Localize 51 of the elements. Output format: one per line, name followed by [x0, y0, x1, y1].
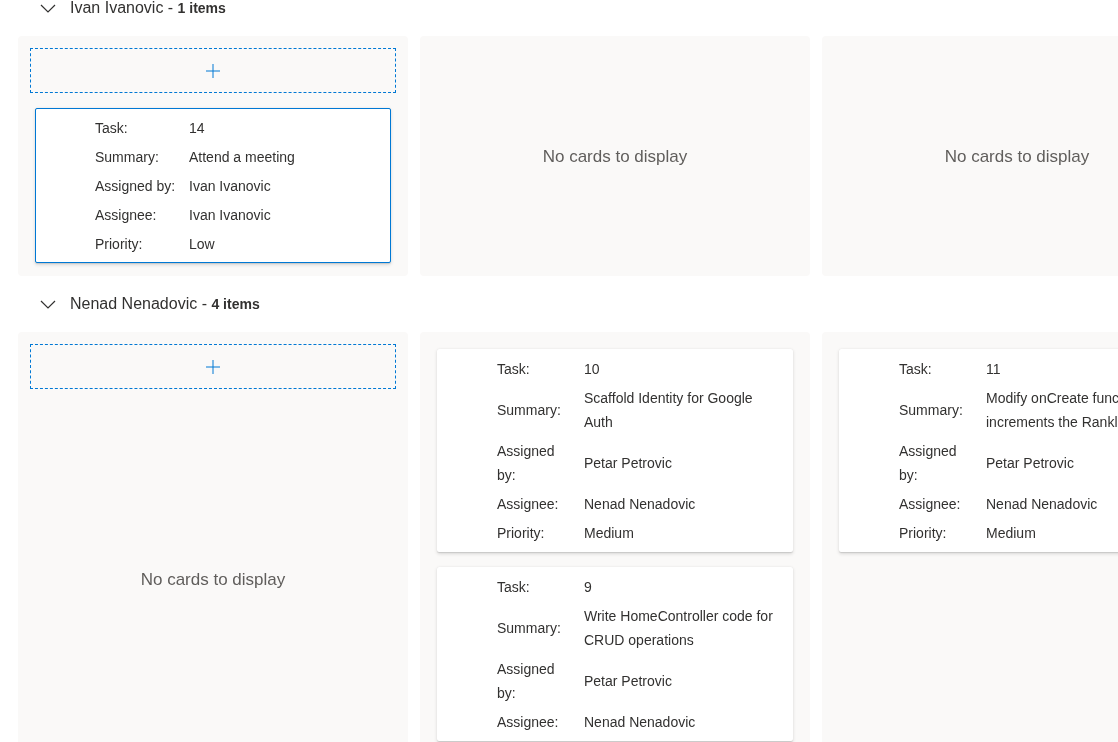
add-card-button[interactable]	[30, 48, 396, 93]
field-value: Medium	[986, 523, 1036, 543]
field-label: Summary:	[899, 400, 963, 420]
field-value: Modify onCreate func increments the Rankl	[986, 388, 1118, 432]
field-value: 14	[189, 118, 205, 138]
field-label: Assigned by:	[497, 659, 556, 703]
group-title: Ivan Ivanovic - 1 items	[70, 0, 226, 17]
task-card[interactable]: Task: 14 Summary: Attend a meeting Assigned by: Ivan Ivanovic Assignee: Ivan Ivanovic Priority: Low	[35, 108, 391, 263]
field-label: Assignee:	[899, 494, 961, 514]
task-card[interactable]: Task: 9 Summary: Write HomeController code for CRUD operations Assigned by: Petar Petrovic Assignee: Nenad Nenadovic	[437, 567, 793, 741]
field-label: Assigned by:	[497, 441, 556, 485]
field-label: Priority:	[95, 234, 143, 254]
field-label: Assignee:	[95, 205, 157, 225]
field-value: Attend a meeting	[189, 147, 295, 167]
field-label: Task:	[497, 359, 530, 379]
field-label: Summary:	[497, 400, 561, 420]
field-value: Scaffold Identity for Google Auth	[584, 388, 754, 432]
field-value: Petar Petrovic	[986, 453, 1074, 473]
field-label: Assigned by:	[95, 176, 176, 196]
field-label: Task:	[497, 577, 530, 597]
empty-message: No cards to display	[944, 146, 1090, 167]
field-value: Nenad Nenadovic	[986, 494, 1098, 514]
field-label: Assignee:	[497, 712, 559, 732]
field-label: Task:	[95, 118, 128, 138]
field-label: Priority:	[497, 523, 545, 543]
field-value: Low	[189, 234, 215, 254]
plus-icon	[206, 359, 220, 374]
field-value: Petar Petrovic	[584, 671, 672, 691]
field-label: Task:	[899, 359, 932, 379]
field-value: Petar Petrovic	[584, 453, 672, 473]
field-label: Assigned by:	[899, 441, 958, 485]
field-label: Priority:	[899, 523, 947, 543]
field-value: 9	[584, 577, 592, 597]
field-label: Summary:	[95, 147, 159, 167]
field-label: Summary:	[497, 618, 561, 638]
field-value: 10	[584, 359, 600, 379]
task-card[interactable]: Task: 10 Summary: Scaffold Identity for Google Auth Assigned by: Petar Petrovic Assignee: Nenad Nenadovic Priority: Medium	[437, 349, 793, 552]
field-value: Nenad Nenadovic	[584, 494, 696, 514]
group-toggle[interactable]: Ivan Ivanovic - 1 items	[40, 0, 226, 17]
field-value: Medium	[584, 523, 634, 543]
plus-icon	[206, 63, 220, 78]
empty-message: No cards to display	[140, 570, 286, 590]
field-value: 11	[986, 359, 1001, 379]
field-value: Ivan Ivanovic	[189, 205, 271, 225]
task-card[interactable]: Task: 11 Summary: Modify onCreate func increments the Rankl Assigned by: Petar Petrovic Assignee: Nenad Nenadovic Priority: Medium	[839, 349, 1118, 552]
empty-message: No cards to display	[542, 146, 688, 167]
field-value: Write HomeController code for CRUD operations	[584, 606, 774, 650]
field-label: Assignee:	[497, 494, 559, 514]
field-value: Ivan Ivanovic	[189, 176, 271, 196]
add-card-button[interactable]	[30, 344, 396, 389]
field-value: Nenad Nenadovic	[584, 712, 696, 732]
